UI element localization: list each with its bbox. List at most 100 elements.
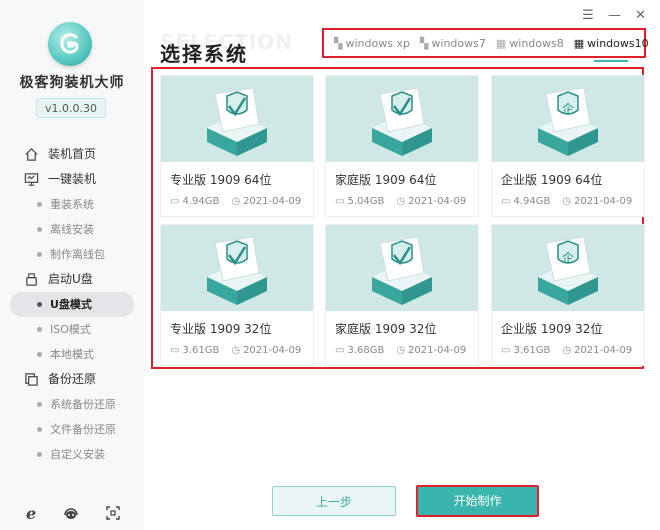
system-name: 家庭版 1909 32位 [335, 322, 437, 336]
bullet-icon [37, 352, 42, 357]
sidebar-item-offline-install[interactable]: 离线安装 [0, 217, 144, 242]
sidebar-item-backup-restore[interactable]: 备份还原 [0, 367, 144, 392]
windows-flag-icon: ▚ [334, 36, 343, 50]
windows-logo-icon: ▦ [573, 36, 585, 50]
sidebar-item-reinstall[interactable]: 重装系统 [0, 192, 144, 217]
usb-icon [26, 273, 37, 286]
tab-windows10[interactable]: ▦ windows10 [574, 37, 649, 50]
sidebar-footer: e [0, 504, 144, 524]
system-meta: ▭ 3.61GB ◷ 2021-04-09 [170, 345, 301, 356]
clock-icon: ◷ [562, 196, 572, 207]
menu-icon[interactable]: ☰ [582, 8, 594, 23]
system-thumbnail: 企 [492, 225, 644, 311]
bullet-icon [37, 252, 42, 257]
sidebar-item-custom-install[interactable]: 自定义安装 [0, 442, 144, 467]
clock-icon: ◷ [396, 345, 406, 356]
sidebar-item-label: 系统备份还原 [50, 398, 116, 411]
system-size: 4.94GB [513, 196, 551, 207]
backup-icon [25, 373, 38, 386]
system-size: 3.61GB [513, 345, 551, 356]
system-name: 企业版 1909 64位 [501, 173, 603, 187]
system-size: 4.94GB [182, 196, 220, 207]
bullet-icon [37, 202, 42, 207]
start-make-button[interactable]: 开始制作 [416, 485, 539, 517]
system-card[interactable]: 专业版 1909 32位 ▭ 3.61GB ◷ 2021-04-09 [161, 225, 313, 365]
system-thumbnail [326, 76, 478, 162]
tab-windows-xp[interactable]: ▚ windows xp [334, 37, 410, 50]
sidebar-item-label: 装机首页 [48, 147, 97, 161]
sidebar-item-boot-usb[interactable]: 启动U盘 [0, 267, 144, 292]
sidebar-item-iso-mode[interactable]: ISO模式 [0, 317, 144, 342]
system-name: 企业版 1909 32位 [501, 322, 603, 336]
sidebar-item-label: U盘模式 [50, 298, 92, 311]
prev-step-button[interactable]: 上一步 [272, 486, 396, 516]
sidebar-item-make-offline-pack[interactable]: 制作离线包 [0, 242, 144, 267]
system-name: 专业版 1909 32位 [170, 322, 272, 336]
sidebar-item-label: 本地模式 [50, 348, 94, 361]
system-meta: ▭ 4.94GB ◷ 2021-04-09 [170, 196, 301, 207]
system-card[interactable]: 企企业版 1909 32位 ▭ 3.61GB ◷ 2021-04-09 [492, 225, 644, 365]
sidebar-item-label: 重装系统 [50, 198, 94, 211]
windows-logo-icon: ▦ [495, 36, 507, 50]
system-card[interactable]: 家庭版 1909 32位 ▭ 3.68GB ◷ 2021-04-09 [326, 225, 478, 365]
system-name: 专业版 1909 64位 [170, 173, 272, 187]
app-logo-icon [48, 22, 92, 66]
disk-icon: ▭ [335, 345, 345, 356]
active-tab-indicator [594, 60, 628, 62]
system-card[interactable]: 家庭版 1909 64位 ▭ 5.04GB ◷ 2021-04-09 [326, 76, 478, 216]
sidebar-item-file-backup[interactable]: 文件备份还原 [0, 417, 144, 442]
sidebar-item-local-mode[interactable]: 本地模式 [0, 342, 144, 367]
bullet-icon [37, 402, 42, 407]
system-meta: ▭ 3.61GB ◷ 2021-04-09 [501, 345, 632, 356]
system-thumbnail [326, 225, 478, 311]
system-thumbnail [161, 225, 313, 311]
version-badge: v1.0.0.30 [36, 98, 106, 118]
support-icon[interactable] [62, 504, 80, 522]
bullet-icon [37, 427, 42, 432]
sidebar-item-home[interactable]: 装机首页 [0, 142, 144, 167]
system-date: 2021-04-09 [574, 345, 633, 356]
sidebar-item-label: 离线安装 [50, 223, 94, 236]
disk-icon: ▭ [501, 345, 511, 356]
system-date: 2021-04-09 [243, 345, 302, 356]
app-title: 极客狗装机大师 [19, 75, 125, 91]
system-meta: ▭ 4.94GB ◷ 2021-04-09 [501, 196, 632, 207]
sidebar-item-one-click[interactable]: 一键装机 [0, 167, 144, 192]
close-icon[interactable]: ✕ [635, 8, 646, 23]
disk-icon: ▭ [170, 196, 180, 207]
disk-icon: ▭ [335, 196, 345, 207]
minimize-icon[interactable]: — [608, 8, 621, 23]
sidebar-item-usb-mode[interactable]: U盘模式 [10, 292, 134, 317]
clock-icon: ◷ [231, 345, 241, 356]
sidebar-item-label: 一键装机 [48, 172, 97, 186]
clock-icon: ◷ [231, 196, 241, 207]
sidebar-menu: 装机首页 一键装机 重装系统 离线安装 制作离线包 启动U盘 U盘模式 ISO模… [0, 142, 144, 467]
os-version-tabs: ▚ windows xp ▚ windows7 ▦ windows8 ▦ windows… [322, 28, 649, 58]
system-date: 2021-04-09 [574, 196, 633, 207]
system-card[interactable]: 专业版 1909 64位 ▭ 4.94GB ◷ 2021-04-09 [161, 76, 313, 216]
system-meta: ▭ 5.04GB ◷ 2021-04-09 [335, 196, 466, 207]
system-thumbnail [161, 76, 313, 162]
windows-flag-icon: ▚ [419, 36, 429, 50]
disk-icon: ▭ [501, 196, 511, 207]
system-date: 2021-04-09 [408, 196, 467, 207]
sidebar-item-label: 制作离线包 [50, 248, 105, 261]
tab-label: windows8 [509, 36, 564, 50]
fullscreen-icon[interactable] [104, 504, 122, 522]
tab-windows8[interactable]: ▦ windows8 [496, 37, 564, 50]
system-card[interactable]: 企企业版 1909 64位 ▭ 4.94GB ◷ 2021-04-09 [492, 76, 644, 216]
sidebar-item-label: 自定义安装 [50, 448, 105, 461]
sidebar-item-system-backup[interactable]: 系统备份还原 [0, 392, 144, 417]
tab-label: windows10 [587, 36, 649, 50]
browser-icon[interactable]: e [24, 504, 42, 523]
clock-icon: ◷ [396, 196, 406, 207]
bullet-icon [37, 327, 42, 332]
sidebar-item-label: ISO模式 [50, 323, 91, 336]
system-meta: ▭ 3.68GB ◷ 2021-04-09 [335, 345, 466, 356]
sidebar-item-label: 文件备份还原 [50, 423, 116, 436]
disk-icon: ▭ [170, 345, 180, 356]
svg-text:企: 企 [562, 250, 574, 265]
tab-windows7[interactable]: ▚ windows7 [420, 37, 486, 50]
sidebar: 极客狗装机大师 v1.0.0.30 装机首页 一键装机 重装系统 离线安装 制作… [0, 0, 144, 530]
system-size: 3.68GB [347, 345, 385, 356]
